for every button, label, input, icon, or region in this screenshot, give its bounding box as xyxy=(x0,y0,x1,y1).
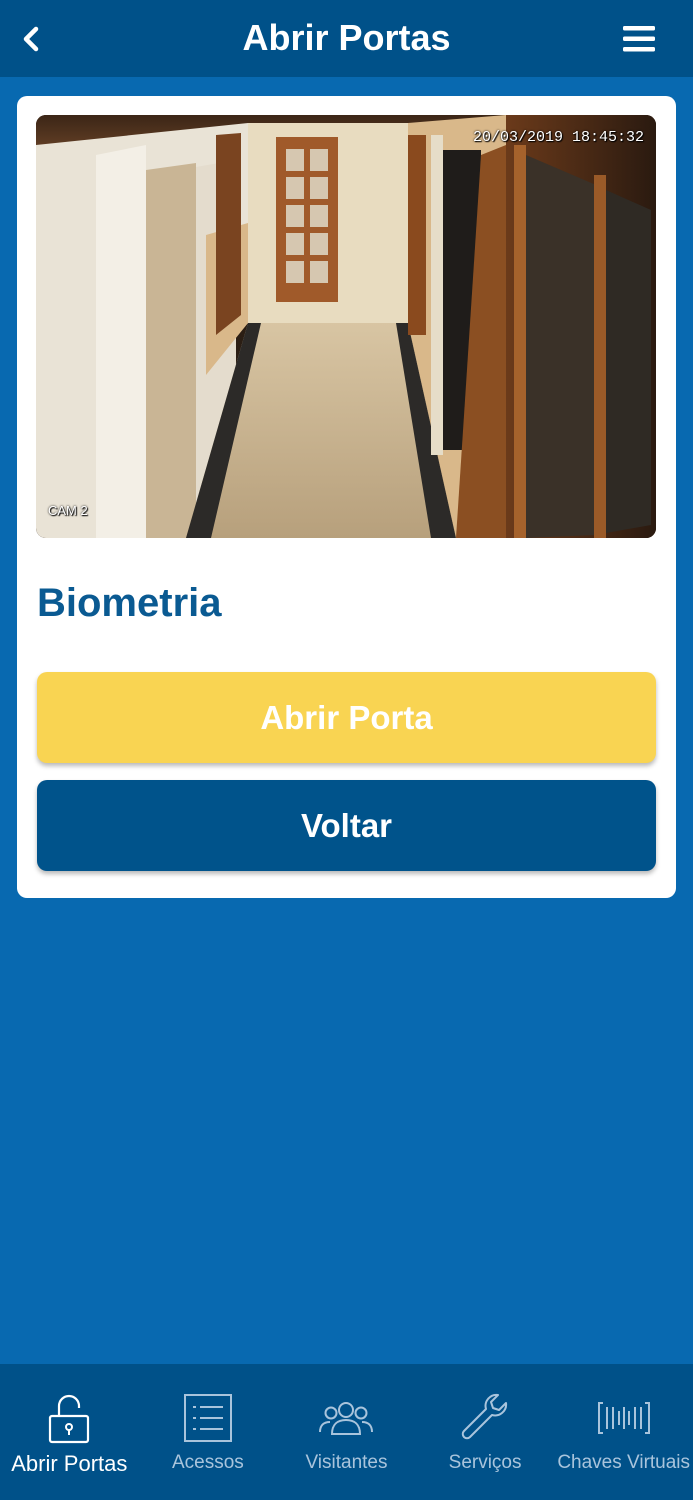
open-padlock-icon xyxy=(47,1390,91,1446)
barcode-icon xyxy=(597,1390,651,1446)
nav-item-visitantes[interactable]: Visitantes xyxy=(277,1364,416,1500)
top-app-bar: Abrir Portas xyxy=(0,0,693,77)
nav-item-acessos[interactable]: Acessos xyxy=(139,1364,278,1500)
wrench-icon xyxy=(458,1390,512,1446)
nav-label-acessos: Acessos xyxy=(171,1452,244,1473)
hamburger-menu-icon xyxy=(623,26,655,52)
chevron-left-icon xyxy=(23,26,39,52)
door-name: Biometria xyxy=(37,581,222,625)
nav-label-abrir-portas: Abrir Portas xyxy=(11,1451,128,1476)
nav-label-servicos: Serviços xyxy=(448,1452,522,1473)
menu-button[interactable] xyxy=(618,22,660,56)
camera-image xyxy=(36,115,656,538)
nav-label-visitantes: Visitantes xyxy=(305,1452,388,1473)
back-button[interactable] xyxy=(14,22,48,56)
page-title: Abrir Portas xyxy=(242,17,451,58)
camera-label: CAM 2 xyxy=(48,503,88,518)
people-icon xyxy=(318,1390,374,1446)
door-card: 20/03/2019 18:45:32 CAM 2 Biometria Abri… xyxy=(17,96,676,898)
nav-item-chaves-virtuais[interactable]: Chaves Virtuais xyxy=(554,1364,693,1500)
nav-label-chaves-virtuais: Chaves Virtuais xyxy=(557,1452,691,1473)
nav-item-servicos[interactable]: Serviços xyxy=(416,1364,555,1500)
bottom-navigation: Abrir Portas Acessos Visitantes Serviços… xyxy=(0,1364,693,1500)
nav-item-abrir-portas[interactable]: Abrir Portas xyxy=(0,1364,139,1500)
camera-feed: 20/03/2019 18:45:32 CAM 2 xyxy=(36,115,656,538)
camera-timestamp: 20/03/2019 18:45:32 xyxy=(472,129,644,146)
back-action-button[interactable]: Voltar xyxy=(37,780,656,871)
list-icon xyxy=(183,1390,233,1446)
open-door-button[interactable]: Abrir Porta xyxy=(37,672,656,763)
